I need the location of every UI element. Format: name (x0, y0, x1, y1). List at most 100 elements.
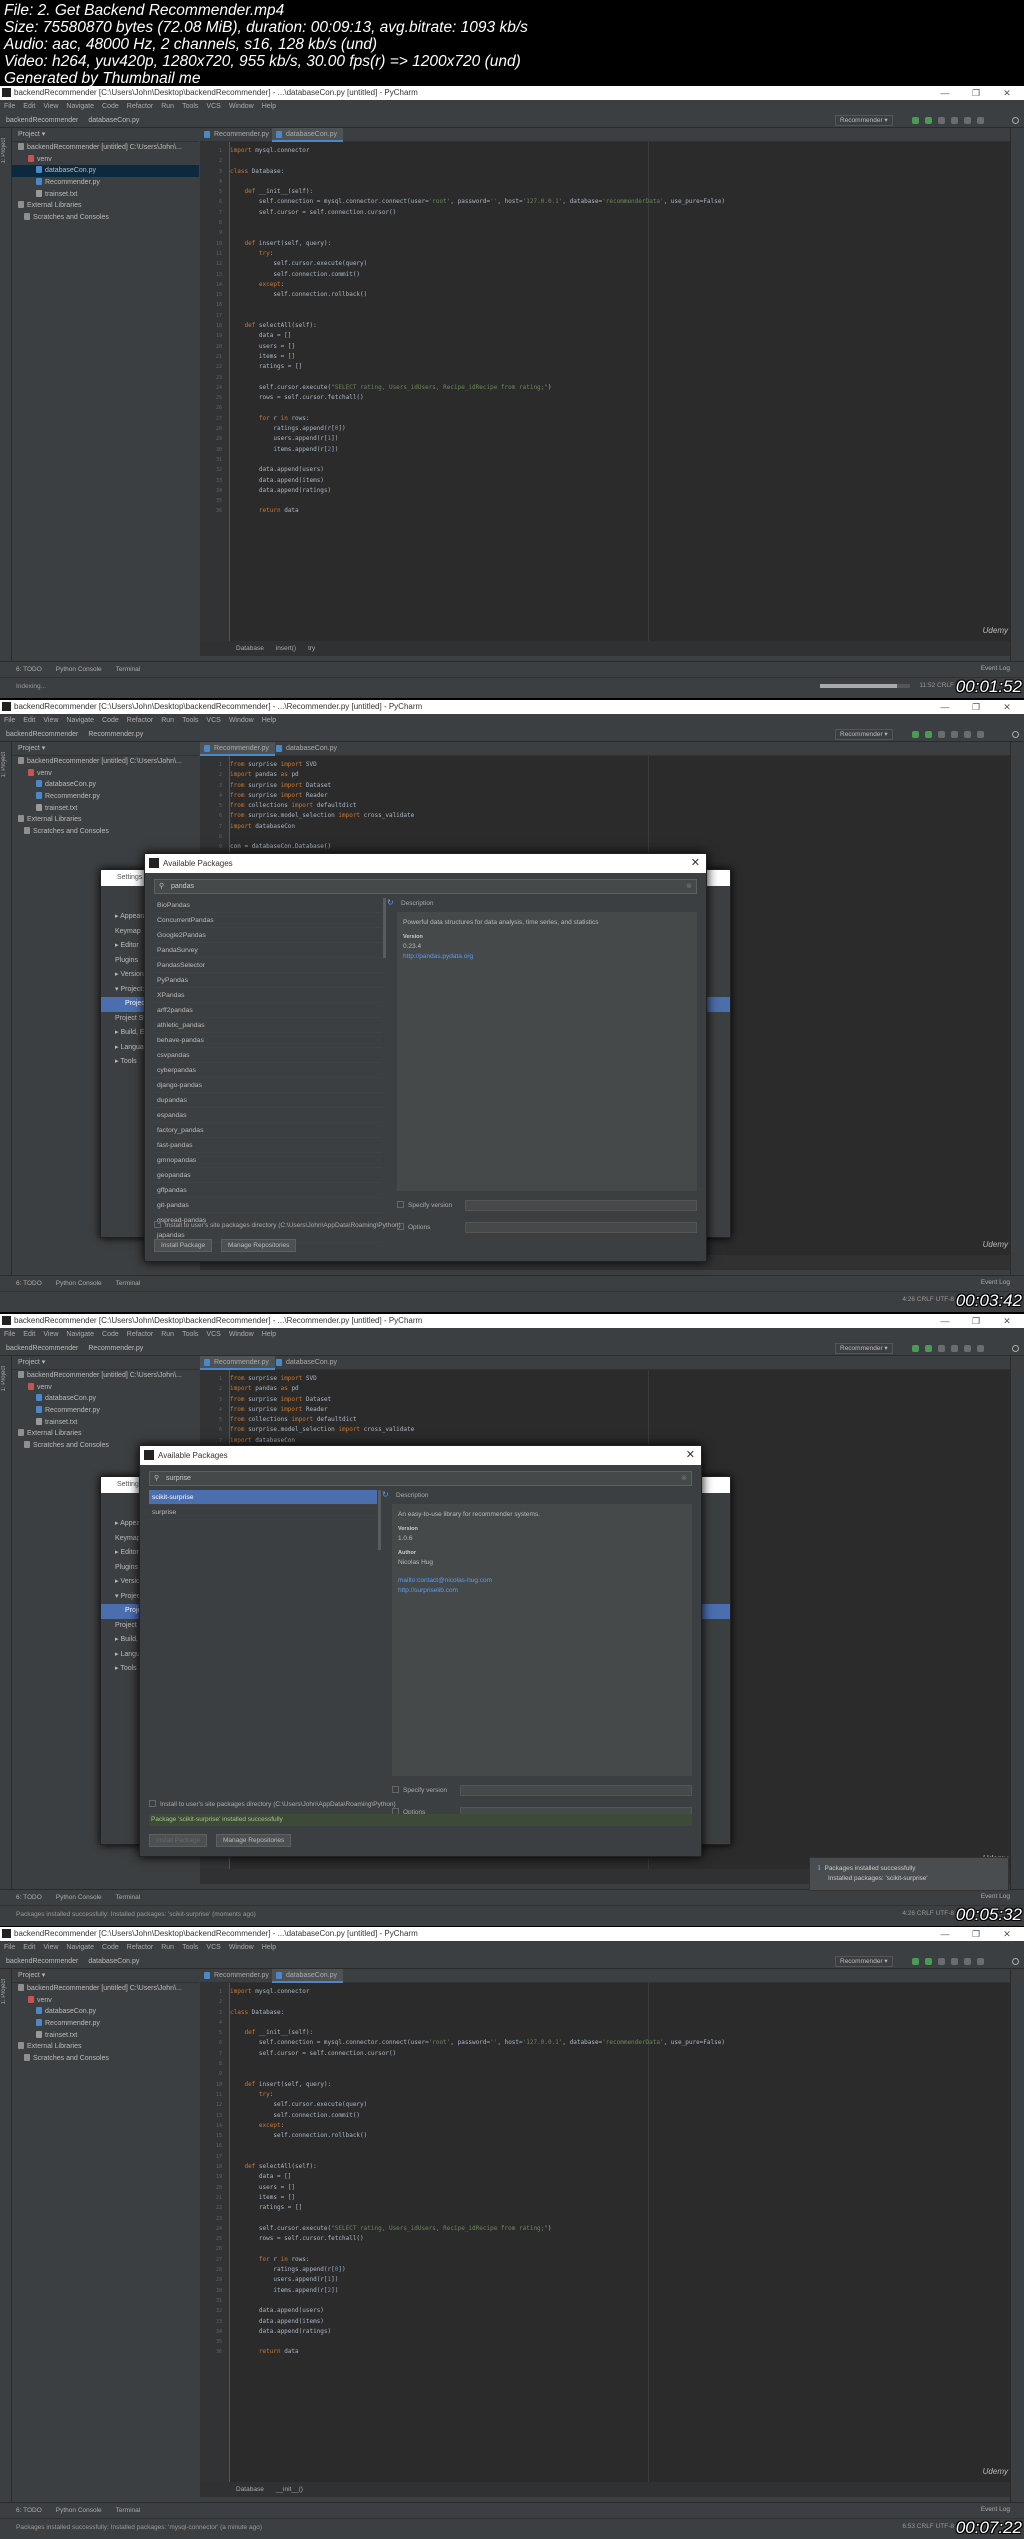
search-everywhere-icon[interactable] (1012, 1345, 1019, 1352)
nav-crumb[interactable]: backendRecommender (6, 731, 78, 738)
menu-file[interactable]: File (4, 717, 15, 724)
menu-navigate[interactable]: Navigate (66, 1331, 94, 1338)
manage-repositories-button[interactable]: Manage Repositories (221, 1239, 297, 1252)
tree-item[interactable]: Scratches and Consoles (12, 212, 199, 224)
project-tool-button[interactable]: 1: Project (1, 138, 7, 163)
project-panel-header[interactable]: Project ▾ (12, 1356, 199, 1370)
package-list-item[interactable]: surprise (149, 1505, 377, 1520)
python-console-tab[interactable]: Python Console (56, 1894, 102, 1901)
tree-item[interactable]: backendRecommender [untitled] C:\Users\J… (12, 1983, 199, 1995)
menu-run[interactable]: Run (161, 1331, 174, 1338)
terminal-tab[interactable]: Terminal (116, 1894, 141, 1901)
package-list-item[interactable]: scikit-surprise (149, 1490, 377, 1505)
package-list-item[interactable]: XPandas (154, 988, 382, 1003)
menu-tools[interactable]: Tools (182, 1944, 198, 1951)
nav-crumb[interactable]: databaseCon.py (88, 1958, 139, 1965)
close-icon[interactable]: ✕ (686, 1446, 695, 1465)
nav-crumb[interactable]: backendRecommender (6, 1958, 78, 1965)
todo-tab[interactable]: 6: TODO (16, 1894, 42, 1901)
menu-vcs[interactable]: VCS (206, 1944, 220, 1951)
debug-icon[interactable] (925, 1958, 932, 1965)
python-console-tab[interactable]: Python Console (56, 666, 102, 673)
package-list-item[interactable]: espandas (154, 1108, 382, 1123)
install-package-button[interactable]: Install Package (154, 1239, 213, 1252)
checkbox-box[interactable] (149, 1800, 156, 1807)
python-console-tab[interactable]: Python Console (56, 1280, 102, 1287)
package-list-item[interactable]: factory_pandas (154, 1123, 382, 1138)
tree-item[interactable]: databaseCon.py (12, 1393, 199, 1405)
tree-item[interactable]: External Libraries (12, 814, 199, 826)
terminal-tab[interactable]: Terminal (116, 1280, 141, 1287)
menu-help[interactable]: Help (262, 1944, 276, 1951)
tree-item[interactable]: External Libraries (12, 200, 199, 212)
minimize-button[interactable]: — (930, 1314, 960, 1328)
editor-tab[interactable]: databaseCon.py (272, 1356, 343, 1370)
menu-vcs[interactable]: VCS (206, 1331, 220, 1338)
refresh-icon[interactable]: ↻ (387, 898, 394, 907)
run-icon[interactable] (912, 731, 919, 738)
breadcrumb-item[interactable]: insert() (276, 645, 296, 652)
package-search-input[interactable]: ⚲ pandas ⊗ (154, 879, 697, 894)
nav-crumb[interactable]: Recommender.py (88, 1345, 143, 1352)
event-log-button[interactable]: Event Log (981, 2502, 1010, 2518)
menu-tools[interactable]: Tools (182, 1331, 198, 1338)
nav-crumb[interactable]: Recommender.py (88, 731, 143, 738)
close-button[interactable]: ✕ (992, 1314, 1022, 1328)
menu-edit[interactable]: Edit (23, 717, 35, 724)
event-log-button[interactable]: Event Log (981, 661, 1010, 677)
menu-edit[interactable]: Edit (23, 103, 35, 110)
package-list-item[interactable]: behave-pandas (154, 1033, 382, 1048)
package-list-item[interactable]: Google2Pandas (154, 928, 382, 943)
package-link[interactable]: http://pandas.pydata.org (403, 952, 691, 962)
project-panel-header[interactable]: Project ▾ (12, 742, 199, 756)
specify-version-checkbox[interactable]: Specify version (397, 1201, 452, 1209)
menu-vcs[interactable]: VCS (206, 717, 220, 724)
menu-edit[interactable]: Edit (23, 1944, 35, 1951)
checkbox-box[interactable] (397, 1201, 404, 1208)
editor-tab[interactable]: databaseCon.py (272, 742, 343, 756)
event-log-button[interactable]: Event Log (981, 1889, 1010, 1905)
menu-window[interactable]: Window (229, 717, 254, 724)
package-list-item[interactable]: csvpandas (154, 1048, 382, 1063)
code-editor[interactable]: 1 2 3 4 5 6 7 8 9 10 11 12 13 14 15 16 1… (200, 142, 1010, 641)
package-list-item[interactable]: PyPandas (154, 973, 382, 988)
package-list-item[interactable]: geopandas (154, 1168, 382, 1183)
menu-tools[interactable]: Tools (182, 717, 198, 724)
menu-navigate[interactable]: Navigate (66, 103, 94, 110)
project-tool-button[interactable]: 1: Project (1, 752, 7, 777)
breadcrumb-item[interactable]: Database (236, 2486, 264, 2493)
menu-window[interactable]: Window (229, 1331, 254, 1338)
clear-search-icon[interactable]: ⊗ (681, 1472, 687, 1485)
package-list-scrollbar[interactable] (378, 1490, 381, 1550)
nav-crumb[interactable]: backendRecommender (6, 117, 78, 124)
nav-crumb[interactable]: databaseCon.py (88, 117, 139, 124)
code-editor[interactable]: 1 2 3 4 5 6 7 8 9 10 11 12 13 14 15 16 1… (200, 1983, 1010, 2482)
coverage-icon[interactable] (938, 1345, 945, 1352)
package-list-item[interactable]: django-pandas (154, 1078, 382, 1093)
menu-window[interactable]: Window (229, 1944, 254, 1951)
stop-icon[interactable] (977, 117, 984, 124)
editor-tab[interactable]: Recommender.py (200, 1356, 275, 1370)
tree-item[interactable]: backendRecommender [untitled] C:\Users\J… (12, 756, 199, 768)
project-tool-button[interactable]: 1: Project (1, 1979, 7, 2004)
close-button[interactable]: ✕ (992, 700, 1022, 714)
project-panel-header[interactable]: Project ▾ (12, 128, 199, 142)
options-checkbox[interactable]: Options (397, 1223, 430, 1231)
tree-item[interactable]: trainset.txt (12, 1417, 199, 1429)
package-link[interactable]: http://surpriselib.com (398, 1586, 686, 1596)
tree-item[interactable]: Recommender.py (12, 2018, 199, 2030)
debug-icon[interactable] (925, 117, 932, 124)
search-everywhere-icon[interactable] (1012, 1958, 1019, 1965)
tree-item[interactable]: Recommender.py (12, 1405, 199, 1417)
minimize-button[interactable]: — (930, 86, 960, 100)
tree-item[interactable]: External Libraries (12, 1428, 199, 1440)
run-icon[interactable] (912, 1345, 919, 1352)
editor-tab[interactable]: databaseCon.py (272, 128, 343, 142)
menu-tools[interactable]: Tools (182, 103, 198, 110)
tree-item[interactable]: venv (12, 1995, 199, 2007)
package-list-item[interactable]: PandaSurvey (154, 943, 382, 958)
user-site-checkbox[interactable]: Install to user's site packages director… (154, 1221, 401, 1229)
menu-refactor[interactable]: Refactor (127, 103, 153, 110)
tree-item[interactable]: databaseCon.py (12, 2006, 199, 2018)
menu-run[interactable]: Run (161, 717, 174, 724)
